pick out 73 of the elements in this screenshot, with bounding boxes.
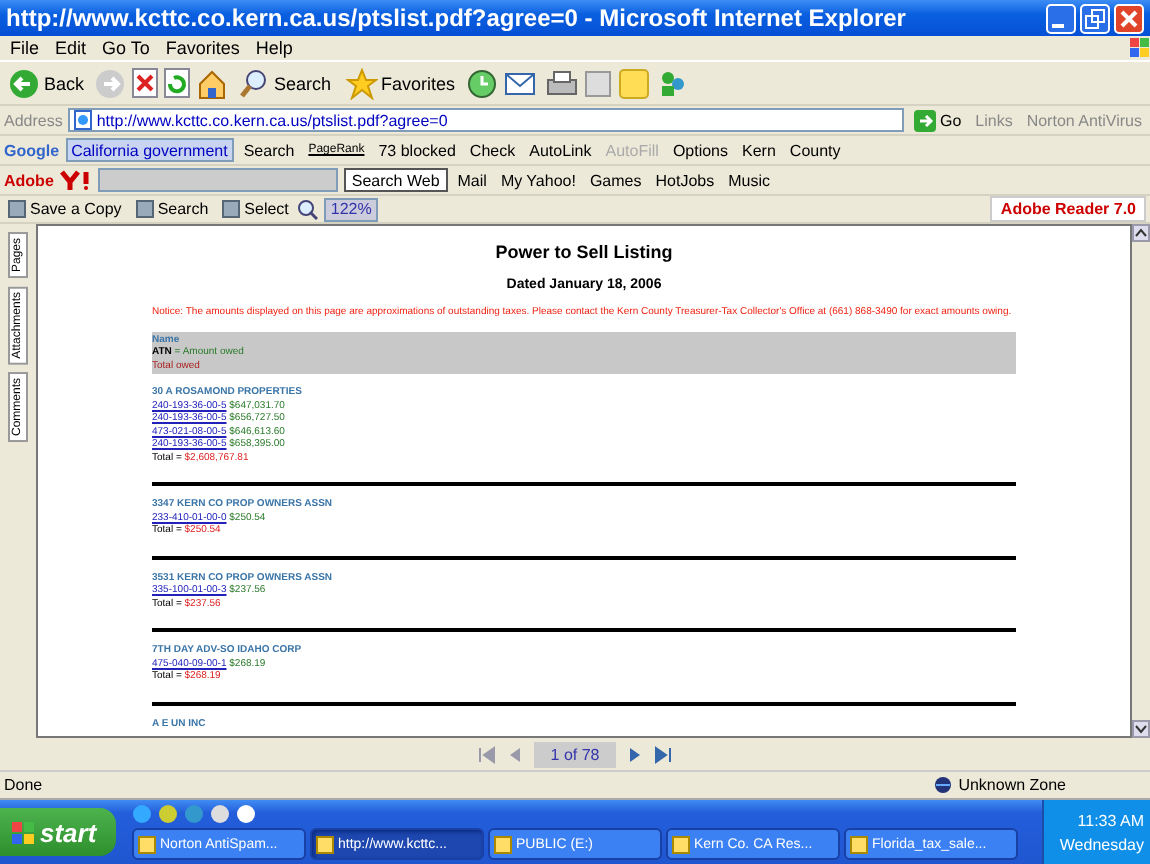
toolbar-glyph-icon: [222, 200, 241, 218]
go-button[interactable]: Go: [909, 106, 966, 134]
close-icon[interactable]: [1114, 3, 1144, 33]
toolbar-glyph-icon: [8, 200, 26, 218]
yahoo-toolbar-button[interactable]: Games: [585, 166, 646, 194]
search-button[interactable]: Search: [234, 62, 336, 104]
adobe-reader-logo[interactable]: Adobe Reader 7.0: [990, 196, 1146, 222]
status-text: Done: [4, 776, 43, 794]
yahoo-toolbar-button[interactable]: Mail: [453, 166, 491, 194]
stop-icon[interactable]: [132, 68, 159, 98]
window-title: http://www.kcttc.co.kern.ca.us/ptslist.pdf?agree=0 - Microsoft Internet Explorer: [6, 4, 908, 32]
windows-logo-icon: [1130, 38, 1150, 58]
google-logo[interactable]: Google: [4, 141, 60, 159]
favorites-button[interactable]: Favorites: [341, 62, 460, 104]
go-arrow-icon: [913, 109, 936, 131]
restore-icon[interactable]: [1080, 3, 1110, 33]
clock-time: 11:33 AM: [1077, 811, 1144, 829]
scroll-up-icon: [1132, 224, 1150, 242]
mail-icon[interactable]: [503, 69, 540, 97]
window-icon: [138, 835, 156, 853]
window-icon: [672, 835, 690, 853]
menu-item[interactable]: Favorites: [157, 36, 248, 60]
previous-page-icon[interactable]: [508, 745, 523, 763]
first-page-icon[interactable]: [478, 745, 497, 763]
printer-icon[interactable]: [545, 69, 578, 97]
yahoo-toolbar-button[interactable]: Music: [724, 166, 774, 194]
zoom-in-icon[interactable]: [298, 199, 319, 219]
reader-toolbar-button[interactable]: Select: [218, 196, 293, 222]
windows-logo-icon: [12, 821, 34, 843]
globe-icon: [934, 776, 953, 794]
minimize-icon[interactable]: [1046, 3, 1076, 33]
yahoo-toolbar-button[interactable]: HotJobs: [651, 166, 719, 194]
menu-item[interactable]: Edit: [47, 36, 95, 60]
window-icon: [494, 835, 512, 853]
page-icon: [74, 110, 93, 130]
document-title: Power to Sell Listing: [493, 240, 675, 264]
google-toolbar-button[interactable]: Search: [239, 136, 299, 164]
google-toolbar-button[interactable]: Options: [668, 136, 733, 164]
search-web-button[interactable]: Search Web: [343, 168, 448, 192]
reader-toolbar-button[interactable]: Save a Copy: [4, 196, 126, 222]
menu-item[interactable]: Help: [247, 36, 301, 60]
yahoo-search-field[interactable]: [97, 168, 338, 192]
menu-item[interactable]: File: [2, 36, 48, 60]
home-icon[interactable]: [196, 67, 229, 99]
history-icon[interactable]: [465, 67, 498, 99]
yahoo-logo-icon[interactable]: [59, 170, 92, 190]
address-label: Address: [4, 111, 63, 129]
menu-item[interactable]: Go To: [94, 36, 158, 60]
security-zone: Unknown Zone: [958, 776, 1066, 794]
back-button[interactable]: Back: [4, 62, 89, 104]
next-page-icon[interactable]: [627, 745, 642, 763]
address-field[interactable]: http://www.kcttc.co.kern.ca.us/ptslist.pdf?agree=0: [68, 108, 904, 132]
google-search-combo[interactable]: California government: [65, 138, 234, 162]
google-toolbar-button[interactable]: Check: [465, 136, 520, 164]
last-page-icon[interactable]: [653, 745, 672, 763]
reader-toolbar-button[interactable]: Search: [131, 196, 213, 222]
clock-day: Wednesday: [1059, 835, 1144, 853]
star-icon: [345, 67, 378, 99]
adobe-logo[interactable]: Adobe: [4, 171, 54, 189]
google-toolbar-button[interactable]: County: [785, 136, 845, 164]
scroll-down-icon: [1132, 720, 1150, 738]
window-icon: [850, 835, 868, 853]
vertical-scrollbar[interactable]: [1132, 224, 1150, 738]
zoom-field[interactable]: 122%: [324, 197, 378, 221]
magnifier-icon: [238, 67, 271, 99]
toolbar-glyph-icon: [135, 200, 154, 218]
window-icon: [316, 835, 334, 853]
google-toolbar-button[interactable]: Kern: [738, 136, 780, 164]
google-toolbar-button[interactable]: 73 blocked: [374, 136, 460, 164]
refresh-icon[interactable]: [164, 68, 191, 98]
yahoo-toolbar-button[interactable]: My Yahoo!: [496, 166, 580, 194]
page-number-field[interactable]: 1 of 78: [534, 741, 616, 767]
google-toolbar-button[interactable]: AutoLink: [525, 136, 596, 164]
